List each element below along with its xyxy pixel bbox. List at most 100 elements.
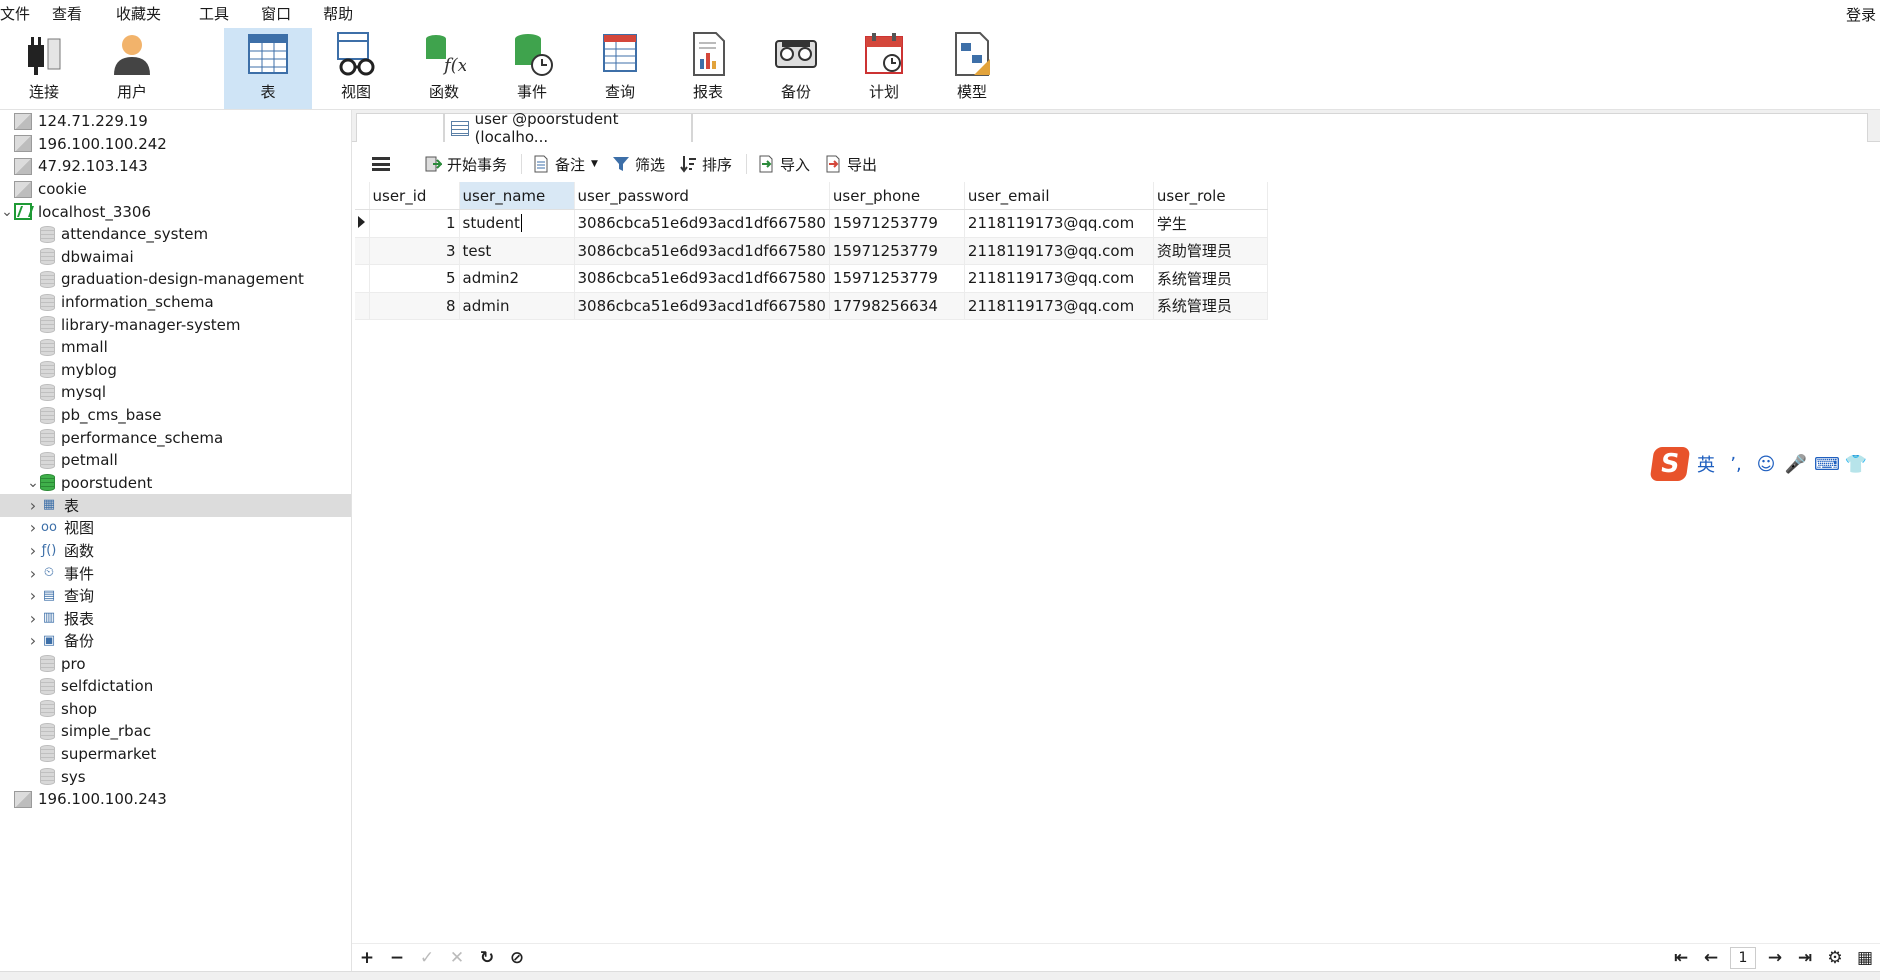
first-page-icon[interactable]: ⇤ — [1666, 948, 1696, 968]
login-link[interactable]: 登录 — [1846, 4, 1880, 25]
next-page-icon[interactable]: → — [1760, 948, 1790, 968]
chevron-down-icon[interactable]: ▼ — [591, 159, 598, 169]
menu-help[interactable]: 帮助 — [323, 0, 367, 28]
toolbar-model-button[interactable]: 模型 — [928, 28, 1016, 109]
cell-user-email[interactable]: 2118119173@qq.com — [964, 264, 1154, 293]
tree-item[interactable]: performance_schema — [0, 426, 351, 449]
cell-user-id[interactable]: 1 — [369, 209, 460, 238]
settings-gear-icon[interactable]: ⚙ — [1820, 948, 1850, 968]
tree-item[interactable]: › ▣ 备份 — [0, 630, 351, 653]
chevron-right-icon[interactable]: › — [26, 564, 40, 583]
sogou-logo-icon[interactable]: S — [1649, 447, 1691, 481]
tree-item[interactable]: › ƒ() 函数 — [0, 539, 351, 562]
cell-user-id[interactable]: 8 — [369, 292, 460, 320]
tree-item[interactable]: mysql — [0, 381, 351, 404]
ime-skin-icon[interactable]: 👕 — [1844, 454, 1868, 475]
table-row[interactable]: 5 admin2 3086cbca51e6d93acd1df667580 159… — [355, 264, 1268, 293]
page-number-field[interactable]: 1 — [1730, 946, 1756, 969]
apply-changes-icon[interactable]: ✓ — [412, 948, 442, 968]
table-row[interactable]: 3 test 3086cbca51e6d93acd1df667580 15971… — [355, 237, 1268, 265]
cell-user-role[interactable]: 系统管理员 — [1153, 264, 1268, 293]
tree-item[interactable]: simple_rbac — [0, 720, 351, 743]
tree-item[interactable]: graduation-design-management — [0, 268, 351, 291]
import-button[interactable]: 导入 — [757, 154, 810, 175]
ime-voice-icon[interactable]: 🎤 — [1784, 454, 1808, 475]
tree-item[interactable]: library-manager-system — [0, 313, 351, 336]
memo-button[interactable]: 备注 ▼ — [532, 154, 598, 175]
tree-item[interactable]: pro — [0, 652, 351, 675]
cell-user-name[interactable]: admin2 — [459, 264, 575, 293]
cell-user-role[interactable]: 学生 — [1153, 209, 1268, 238]
toolbar-backup-button[interactable]: 备份 — [752, 28, 840, 109]
column-header-user-name[interactable]: user_name — [459, 182, 575, 210]
export-button[interactable]: 导出 — [824, 154, 877, 175]
tree-item[interactable]: pb_cms_base — [0, 404, 351, 427]
cell-user-password[interactable]: 3086cbca51e6d93acd1df667580 — [574, 209, 830, 238]
refresh-icon[interactable]: ↻ — [472, 948, 502, 968]
cell-user-password[interactable]: 3086cbca51e6d93acd1df667580 — [574, 237, 830, 265]
tree-item[interactable]: › oo 视图 — [0, 517, 351, 540]
tree-item[interactable]: sys — [0, 765, 351, 788]
grid-view-icon[interactable]: ▦ — [1850, 948, 1880, 968]
chevron-right-icon[interactable]: › — [26, 586, 40, 605]
tree-item[interactable]: mmall — [0, 336, 351, 359]
column-header-user-role[interactable]: user_role — [1153, 182, 1268, 210]
tree-item[interactable]: › ▥ 报表 — [0, 607, 351, 630]
menu-tools[interactable]: 工具 — [199, 0, 261, 28]
sort-button[interactable]: 排序 — [679, 154, 732, 175]
chevron-right-icon[interactable]: › — [26, 609, 40, 628]
chevron-right-icon[interactable]: › — [26, 631, 40, 650]
ime-emoji-icon[interactable]: ☺ — [1754, 454, 1778, 475]
tree-item[interactable]: › ▦ 表 — [0, 494, 351, 517]
tree-item[interactable]: › ▤ 查询 — [0, 584, 351, 607]
tree-item[interactable]: 47.92.103.143 — [0, 155, 351, 178]
table-row[interactable]: 1 student 3086cbca51e6d93acd1df667580 15… — [355, 209, 1268, 238]
cell-user-role[interactable]: 资助管理员 — [1153, 237, 1268, 265]
table-row[interactable]: 8 admin 3086cbca51e6d93acd1df667580 1779… — [355, 292, 1268, 320]
cell-user-phone[interactable]: 17798256634 — [829, 292, 965, 320]
tree-item[interactable]: supermarket — [0, 743, 351, 766]
tree-item[interactable]: 196.100.100.242 — [0, 133, 351, 156]
last-page-icon[interactable]: ⇥ — [1790, 948, 1820, 968]
tab-user-table[interactable]: user @poorstudent (localho... — [444, 110, 692, 146]
column-header-user-phone[interactable]: user_phone — [829, 182, 965, 210]
chevron-down-icon[interactable]: ⌄ — [0, 204, 14, 220]
column-header-user-email[interactable]: user_email — [964, 182, 1154, 210]
toolbar-view-button[interactable]: 视图 — [312, 28, 400, 109]
chevron-down-icon[interactable]: ⌄ — [26, 475, 40, 491]
begin-transaction-button[interactable]: 开始事务 — [424, 154, 507, 175]
tree-item[interactable]: 196.100.100.243 — [0, 788, 351, 811]
toolbar-table-button[interactable]: 表 — [224, 28, 312, 109]
tree-item[interactable]: selfdictation — [0, 675, 351, 698]
tree-item[interactable]: attendance_system — [0, 223, 351, 246]
discard-changes-icon[interactable]: ✕ — [442, 948, 472, 968]
delete-record-icon[interactable]: − — [382, 948, 412, 968]
chevron-right-icon[interactable]: › — [26, 541, 40, 560]
toolbar-function-button[interactable]: f(x) 函数 — [400, 28, 488, 109]
menu-view[interactable]: 查看 — [52, 0, 116, 28]
tree-item[interactable]: ⌄ localhost_3306 — [0, 200, 351, 223]
menu-window[interactable]: 窗口 — [261, 0, 323, 28]
toolbar-query-button[interactable]: 查询 — [576, 28, 664, 109]
previous-page-icon[interactable]: ← — [1696, 948, 1726, 968]
menu-icon[interactable] — [372, 157, 390, 171]
cell-user-id[interactable]: 5 — [369, 264, 460, 293]
ime-keyboard-icon[interactable]: ⌨ — [1814, 454, 1840, 475]
cell-user-password[interactable]: 3086cbca51e6d93acd1df667580 — [574, 264, 830, 293]
tree-item[interactable]: ⌄ poorstudent — [0, 472, 351, 495]
tree-item[interactable]: dbwaimai — [0, 246, 351, 269]
filter-button[interactable]: 筛选 — [612, 154, 665, 175]
column-header-user-id[interactable]: user_id — [369, 182, 460, 210]
column-header-user-password[interactable]: user_password — [574, 182, 830, 210]
chevron-right-icon[interactable]: › — [26, 518, 40, 537]
cell-user-name[interactable]: student — [459, 209, 575, 238]
object-tab[interactable] — [356, 113, 444, 142]
menu-favorites[interactable]: 收藏夹 — [116, 0, 199, 28]
toolbar-event-button[interactable]: 事件 — [488, 28, 576, 109]
cell-user-email[interactable]: 2118119173@qq.com — [964, 292, 1154, 320]
toolbar-user-button[interactable]: 用户 — [88, 28, 176, 109]
cell-user-role[interactable]: 系统管理员 — [1153, 292, 1268, 320]
toolbar-schedule-button[interactable]: 计划 — [840, 28, 928, 109]
cell-user-phone[interactable]: 15971253779 — [829, 237, 965, 265]
cell-user-password[interactable]: 3086cbca51e6d93acd1df667580 — [574, 292, 830, 320]
